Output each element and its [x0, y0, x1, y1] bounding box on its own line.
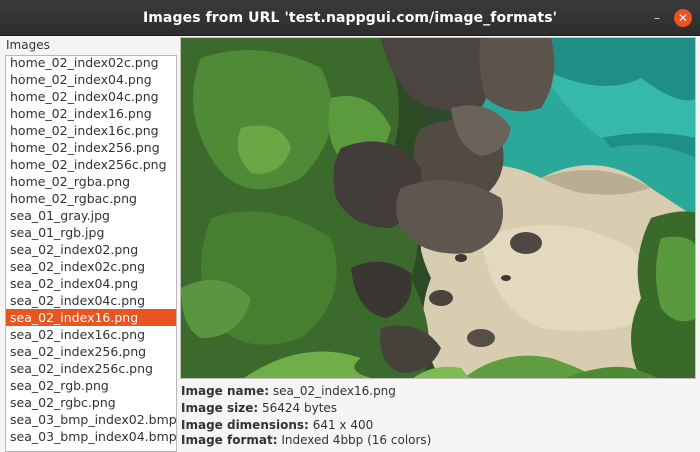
list-item[interactable]: sea_02_index02c.png [6, 258, 176, 275]
image-size-value: 56424 bytes [261, 401, 338, 415]
list-item[interactable]: sea_02_index256.png [6, 343, 176, 360]
list-item[interactable]: sea_02_index16c.png [6, 326, 176, 343]
images-listbox[interactable]: home_02_index02c.png home_02_index04.png h… [5, 55, 177, 452]
image-format-line: Image format: Indexed 4bbp (16 colors) [181, 433, 431, 447]
list-item[interactable]: sea_02_index04c.png [6, 292, 176, 309]
list-item[interactable]: sea_03_bmp_index04.bmp [6, 428, 176, 445]
image-dimensions-value: 641 x 400 [312, 418, 374, 432]
window-title: Images from URL 'test.nappgui.com/image_… [142, 9, 558, 26]
image-format-value: Indexed 4bbp (16 colors) [281, 433, 432, 447]
list-item[interactable]: sea_02_index256c.png [6, 360, 176, 377]
image-size-line: Image size: 56424 bytes [181, 401, 337, 415]
image-preview [180, 37, 696, 379]
list-item[interactable]: home_02_rgbac.png [6, 190, 176, 207]
list-item[interactable]: home_02_rgba.png [6, 173, 176, 190]
window-titlebar[interactable]: Images from URL 'test.nappgui.com/image_… [0, 0, 700, 36]
list-item[interactable]: home_02_index02c.png [6, 56, 176, 71]
image-name-line: Image name: sea_02_index16.png [181, 384, 396, 398]
image-dimensions-label: Image dimensions: [181, 418, 309, 432]
list-item[interactable]: sea_02_rgb.png [6, 377, 176, 394]
list-item[interactable]: sea_03_bmp_index02.bmp [6, 411, 176, 428]
close-icon[interactable]: ✕ [674, 9, 692, 27]
list-item[interactable]: home_02_index04.png [6, 71, 176, 88]
image-name-label: Image name: [181, 384, 270, 398]
image-name-value: sea_02_index16.png [272, 384, 396, 398]
image-dimensions-line: Image dimensions: 641 x 400 [181, 418, 373, 432]
image-format-label: Image format: [181, 433, 278, 447]
beach-photo-image [181, 38, 695, 378]
list-item[interactable]: home_02_index04c.png [6, 88, 176, 105]
list-item[interactable]: home_02_index256.png [6, 139, 176, 156]
image-size-label: Image size: [181, 401, 259, 415]
list-item[interactable]: home_02_index256c.png [6, 156, 176, 173]
minimize-icon[interactable]: – [648, 9, 666, 27]
images-list-items: home_02_index02c.png home_02_index04.png h… [6, 56, 176, 445]
list-item[interactable]: home_02_index16c.png [6, 122, 176, 139]
images-list-label: Images [6, 38, 50, 52]
list-item[interactable]: sea_02_index04.png [6, 275, 176, 292]
list-item[interactable]: home_02_index16.png [6, 105, 176, 122]
list-item[interactable]: sea_02_index02.png [6, 241, 176, 258]
list-item-selected[interactable]: sea_02_index16.png [6, 309, 176, 326]
list-item[interactable]: sea_01_gray.jpg [6, 207, 176, 224]
list-item[interactable]: sea_01_rgb.jpg [6, 224, 176, 241]
list-item[interactable]: sea_02_rgbc.png [6, 394, 176, 411]
